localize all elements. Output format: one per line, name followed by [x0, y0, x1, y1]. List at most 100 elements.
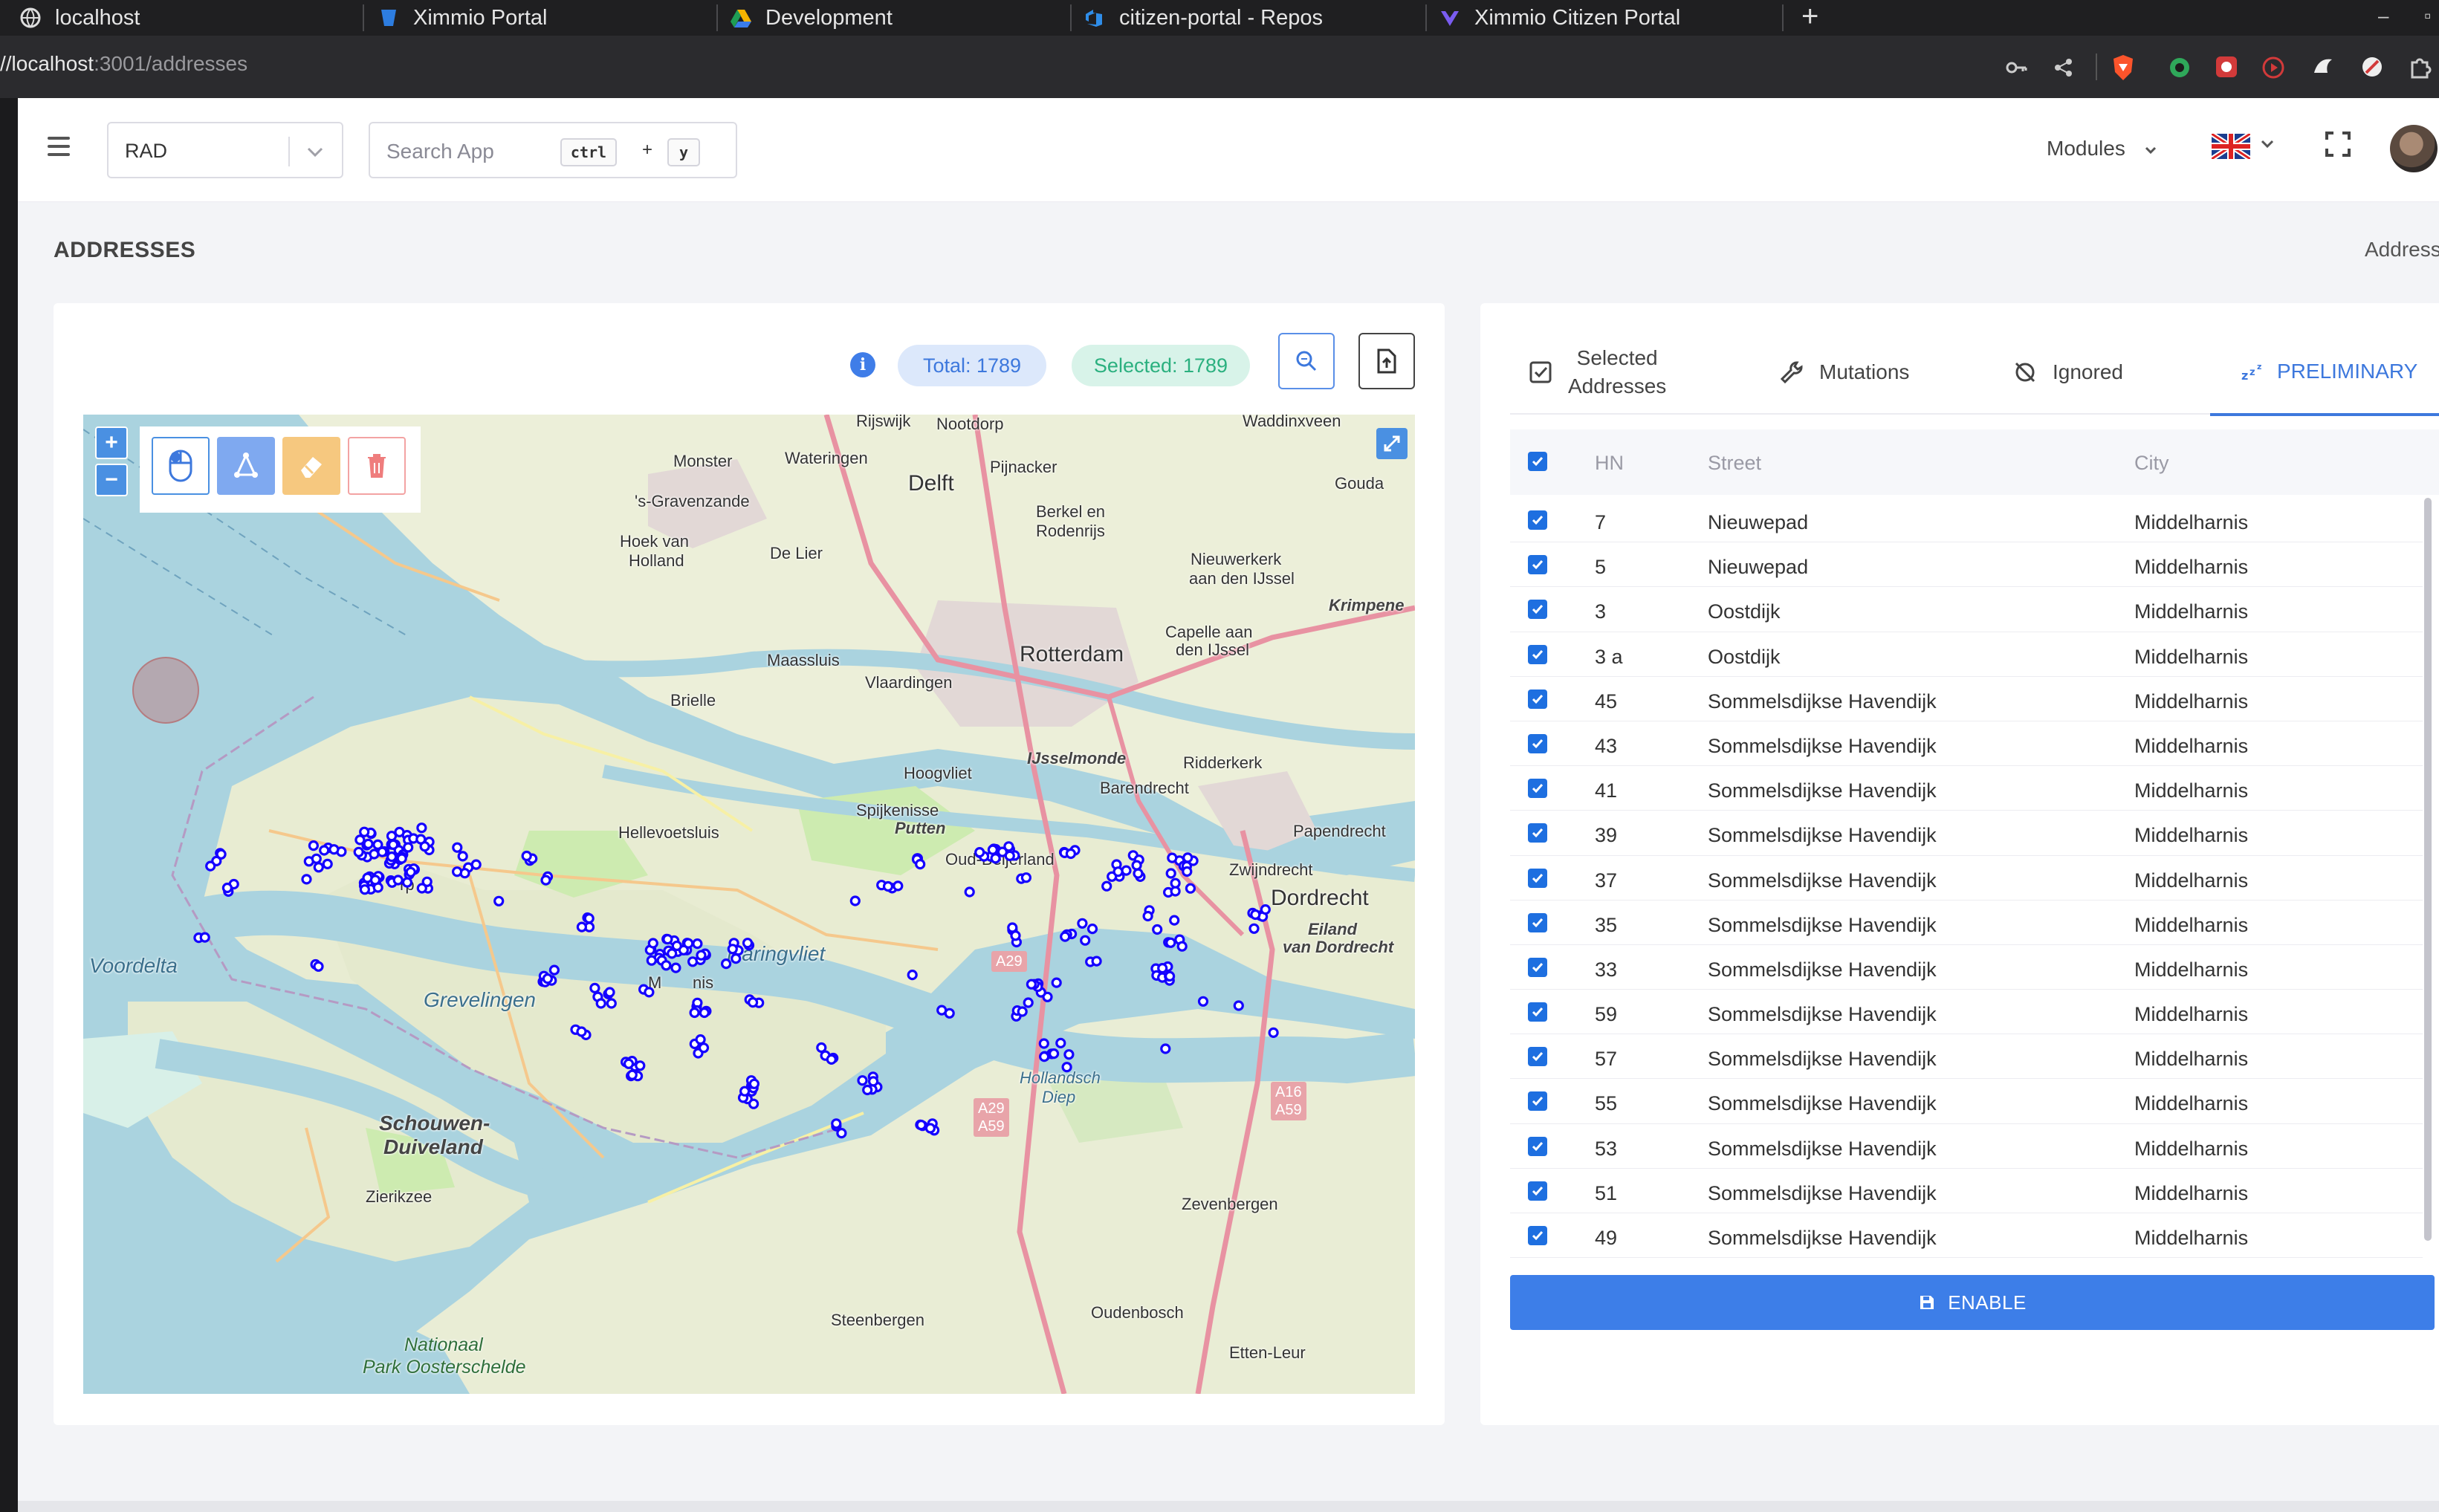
address-marker[interactable] [623, 1058, 635, 1069]
address-marker[interactable] [1165, 937, 1176, 948]
address-marker[interactable] [1026, 979, 1037, 990]
address-marker[interactable] [661, 960, 672, 971]
browser-tab-ximmio-citizen-portal[interactable]: Ximmio Citizen Portal [1439, 0, 1680, 36]
table-row[interactable]: 45 Sommelsdijkse Havendijk Middelharnis [1510, 677, 2423, 721]
brave-shield-icon[interactable] [2111, 53, 2136, 82]
address-marker[interactable] [354, 834, 366, 846]
address-marker[interactable] [1142, 910, 1153, 922]
address-marker[interactable] [644, 987, 655, 998]
address-marker[interactable] [540, 875, 551, 886]
address-marker[interactable] [1169, 915, 1180, 926]
address-marker[interactable] [363, 838, 374, 850]
address-marker[interactable] [692, 938, 703, 950]
row-checkbox[interactable] [1528, 600, 1547, 620]
address-marker[interactable] [359, 826, 370, 837]
table-row[interactable]: 5 Nieuwepad Middelharnis [1510, 542, 2423, 588]
address-marker[interactable] [695, 1034, 706, 1045]
address-marker[interactable] [882, 880, 894, 892]
extension-play-icon[interactable] [2262, 56, 2284, 79]
address-marker[interactable] [416, 822, 427, 834]
address-marker[interactable] [1248, 923, 1260, 934]
address-marker[interactable] [849, 895, 861, 906]
address-marker[interactable] [452, 842, 463, 853]
address-marker[interactable] [394, 826, 405, 838]
address-marker[interactable] [392, 875, 404, 886]
address-marker[interactable] [1051, 977, 1062, 988]
delete-button[interactable] [348, 437, 406, 495]
address-marker[interactable] [319, 845, 330, 856]
address-marker[interactable] [311, 853, 322, 864]
address-marker[interactable] [727, 944, 738, 955]
address-marker[interactable] [216, 849, 227, 860]
tab-selected-addresses[interactable]: Selected Addresses [1528, 330, 1721, 415]
address-marker[interactable] [944, 1008, 955, 1019]
address-marker[interactable] [401, 877, 413, 888]
tab-mutations[interactable]: Mutations [1779, 330, 1957, 415]
address-marker[interactable] [595, 998, 606, 1009]
address-marker[interactable] [606, 998, 617, 1009]
address-marker[interactable] [313, 961, 324, 972]
address-marker[interactable] [359, 884, 370, 895]
minimize-window-icon[interactable]: – [2378, 4, 2388, 27]
row-checkbox[interactable] [1528, 957, 1547, 977]
address-marker[interactable] [1048, 1048, 1060, 1060]
maximize-window-icon[interactable]: ▫ [2424, 4, 2431, 27]
table-row[interactable]: 41 Sommelsdijkse Havendijk Middelharnis [1510, 766, 2423, 811]
address-marker[interactable] [662, 933, 673, 945]
row-checkbox[interactable] [1528, 689, 1547, 709]
column-header-street[interactable]: Street [1708, 452, 1761, 475]
address-marker[interactable] [1086, 923, 1098, 935]
address-marker[interactable] [369, 875, 381, 886]
address-marker[interactable] [493, 895, 505, 906]
address-marker[interactable] [862, 1084, 873, 1096]
address-marker[interactable] [205, 860, 216, 872]
new-tab-button[interactable]: + [1801, 0, 1818, 36]
table-row[interactable]: 37 Sommelsdijkse Havendijk Middelharnis [1510, 856, 2423, 901]
modules-menu[interactable]: Modules [2047, 137, 2158, 160]
table-row[interactable]: 49 Sommelsdijkse Havendijk Middelharnis [1510, 1213, 2423, 1259]
address-marker[interactable] [990, 853, 1001, 864]
address-marker[interactable] [1268, 1027, 1279, 1039]
address-marker[interactable] [1185, 883, 1196, 894]
address-marker[interactable] [748, 1098, 759, 1109]
address-marker[interactable] [521, 850, 532, 862]
address-marker[interactable] [1091, 955, 1102, 967]
select-mode-button[interactable] [152, 437, 210, 495]
chevron-down-icon[interactable] [2259, 135, 2276, 152]
row-checkbox[interactable] [1528, 733, 1547, 753]
address-marker[interactable] [816, 1042, 827, 1054]
address-marker[interactable] [1055, 1037, 1066, 1049]
address-marker[interactable] [1063, 1049, 1075, 1060]
table-row[interactable]: 33 Sommelsdijkse Havendijk Middelharnis [1510, 945, 2423, 990]
select-all-checkbox[interactable] [1528, 452, 1547, 471]
menu-toggle-icon[interactable] [48, 137, 70, 156]
address-marker[interactable] [1165, 868, 1176, 879]
address-marker[interactable] [1061, 1062, 1072, 1073]
browser-tab-development[interactable]: Development [730, 0, 893, 36]
table-row[interactable]: 7 Nieuwepad Middelharnis [1510, 498, 2423, 543]
table-row[interactable]: 43 Sommelsdijkse Havendijk Middelharnis [1510, 721, 2423, 767]
address-marker[interactable] [415, 834, 427, 845]
address-marker[interactable] [1160, 1043, 1171, 1054]
address-marker[interactable] [308, 840, 319, 851]
address-marker[interactable] [696, 950, 707, 961]
zoom-to-selection-button[interactable] [1278, 333, 1335, 389]
table-row[interactable]: 35 Sommelsdijkse Havendijk Middelharnis [1510, 901, 2423, 945]
extension-block-icon[interactable] [2360, 55, 2384, 79]
address-marker[interactable] [857, 1075, 868, 1086]
address-marker[interactable] [1164, 970, 1176, 982]
address-marker[interactable] [915, 858, 926, 870]
fullscreen-icon[interactable] [2325, 131, 2351, 158]
info-icon[interactable]: i [850, 352, 875, 377]
scrollbar-thumb[interactable] [2424, 498, 2432, 1241]
address-marker[interactable] [1233, 1000, 1244, 1011]
address-marker[interactable] [1133, 868, 1144, 879]
browser-tab-localhost[interactable]: localhost [19, 0, 140, 36]
table-row[interactable]: 51 Sommelsdijkse Havendijk Middelharnis [1510, 1169, 2423, 1213]
address-marker[interactable] [1182, 866, 1193, 877]
address-marker[interactable] [667, 948, 678, 959]
address-marker[interactable] [1157, 962, 1168, 974]
url-text[interactable]: //localhost:3001/addresses [0, 52, 247, 76]
search-app-input[interactable]: Search App ctrl + y [369, 122, 737, 178]
row-checkbox[interactable] [1528, 868, 1547, 888]
